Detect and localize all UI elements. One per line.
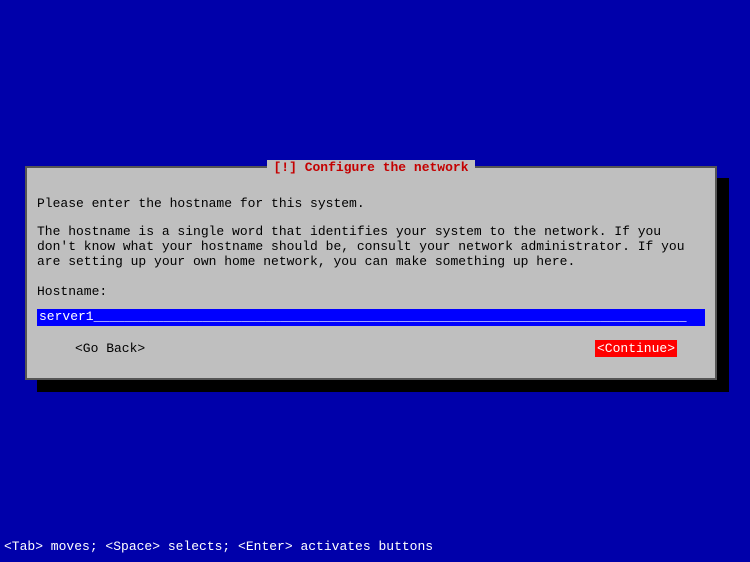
dialog-title-bar: [!] Configure the network xyxy=(27,160,715,175)
dialog-title-text: Configure the network xyxy=(305,160,469,175)
hostname-label: Hostname: xyxy=(37,284,705,299)
prompt-text: Please enter the hostname for this syste… xyxy=(37,196,705,211)
dialog-title-mark: [!] xyxy=(273,160,296,175)
hostname-input[interactable]: server1_________________________________… xyxy=(37,309,705,326)
continue-button[interactable]: <Continue> xyxy=(595,340,677,357)
input-underscore-fill: ________________________________________… xyxy=(94,309,687,324)
dialog-title: [!] Configure the network xyxy=(267,160,474,175)
help-bar: <Tab> moves; <Space> selects; <Enter> ac… xyxy=(4,539,433,554)
go-back-button[interactable]: <Go Back> xyxy=(75,341,145,356)
description-text: The hostname is a single word that ident… xyxy=(37,225,705,270)
configure-network-dialog: [!] Configure the network Please enter t… xyxy=(25,166,717,380)
hostname-value: server1 xyxy=(39,309,94,324)
button-row: <Go Back> <Continue> xyxy=(37,340,705,357)
